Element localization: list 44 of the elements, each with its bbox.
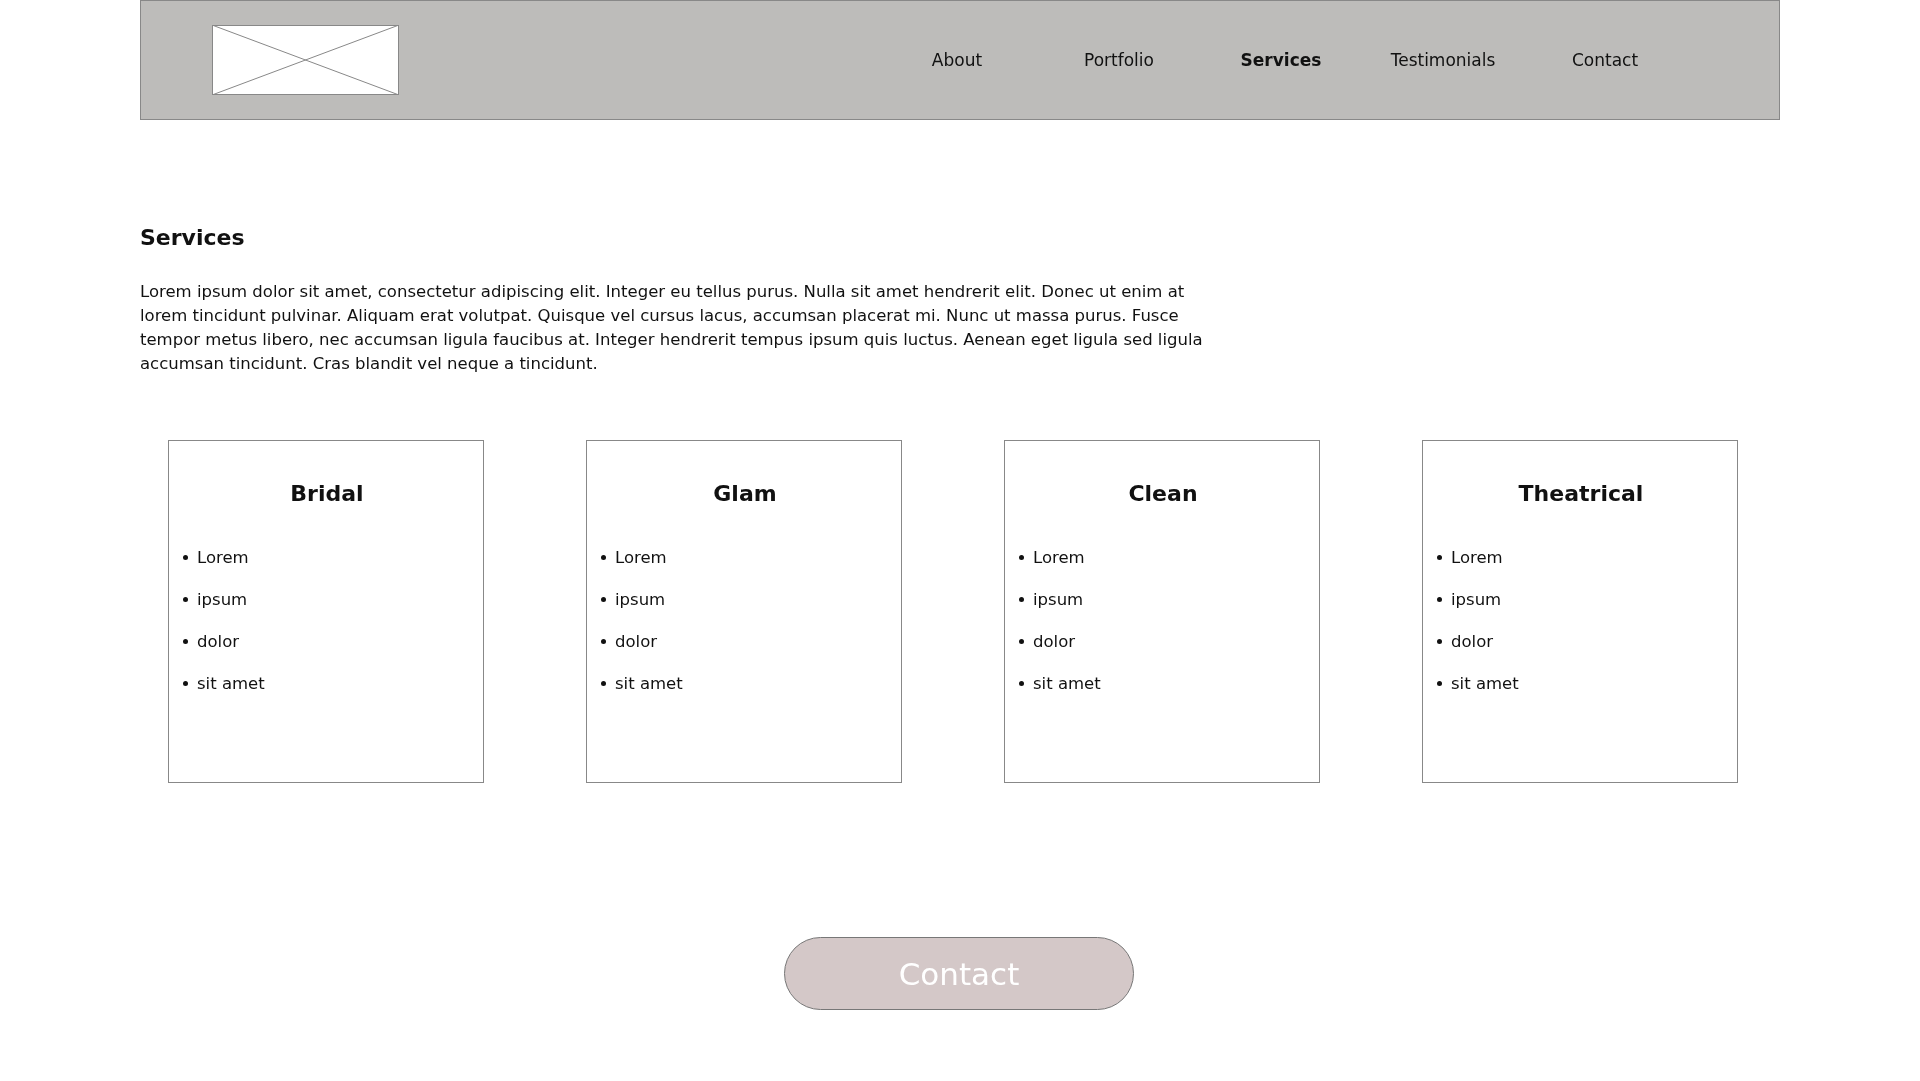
list-item: ipsum xyxy=(615,589,666,609)
list-item: sit amet xyxy=(1033,673,1101,693)
list-item: Lorem xyxy=(1033,547,1085,567)
nav-link[interactable]: Services xyxy=(1200,50,1362,70)
list-item: dolor xyxy=(1033,631,1076,651)
list-item: sit amet xyxy=(615,673,683,693)
list-item: dolor xyxy=(1451,631,1494,651)
card-title: Clean xyxy=(1127,481,1199,506)
bullet-icon xyxy=(601,680,606,686)
list-item: dolor xyxy=(615,631,658,651)
bullet-icon xyxy=(183,680,188,686)
bullet-icon xyxy=(183,596,188,602)
nav-link[interactable]: Portfolio xyxy=(1038,50,1200,70)
bullet-icon xyxy=(1437,596,1442,602)
list-item: Lorem xyxy=(197,547,249,567)
list-item: sit amet xyxy=(1451,673,1519,693)
bullet-icon xyxy=(1437,554,1442,560)
list-item: ipsum xyxy=(1033,589,1084,609)
list-item: ipsum xyxy=(197,589,248,609)
nav-link[interactable]: Contact xyxy=(1524,50,1686,70)
list-item: dolor xyxy=(197,631,240,651)
bullet-icon xyxy=(1437,680,1442,686)
list-item: sit amet xyxy=(197,673,265,693)
list-item: Lorem xyxy=(615,547,667,567)
bullet-icon xyxy=(1019,638,1024,644)
card-title: Glam xyxy=(712,481,778,506)
bullet-icon xyxy=(1437,638,1442,644)
section-heading: Services xyxy=(140,225,246,250)
list-item: Lorem xyxy=(1451,547,1503,567)
nav-link[interactable]: Testimonials xyxy=(1362,50,1524,70)
bullet-icon xyxy=(601,638,606,644)
bullet-icon xyxy=(1019,596,1024,602)
card-title: Bridal xyxy=(289,481,365,506)
bullet-icon xyxy=(183,554,188,560)
bullet-icon xyxy=(601,554,606,560)
bullet-icon xyxy=(601,596,606,602)
image-placeholder-icon xyxy=(212,25,399,95)
intro-paragraph: Lorem ipsum dolor sit amet, consectetur adipiscing elit. Integer eu tellus purus. Nulla sit amet hendrerit elit. Donec ut enim at lorem tincidunt pulvinar. Aliquam erat volutpat. Quisque vel cursus lacus, accumsan placerat mi. Nunc ut massa purus. Fusce tempor metus libero, nec accumsan ligula faucibus at. Integer hendrerit tempus ipsum quis luctus. Aenean eget ligula sed ligula accumsan tincidunt. Cras blandit vel neque a tincidunt. xyxy=(140,281,1204,375)
card-title: Theatrical xyxy=(1517,481,1645,506)
nav-link[interactable]: About xyxy=(876,50,1038,70)
bullet-icon xyxy=(1019,554,1024,560)
list-item: ipsum xyxy=(1451,589,1502,609)
bullet-icon xyxy=(183,638,188,644)
bullet-icon xyxy=(1019,680,1024,686)
